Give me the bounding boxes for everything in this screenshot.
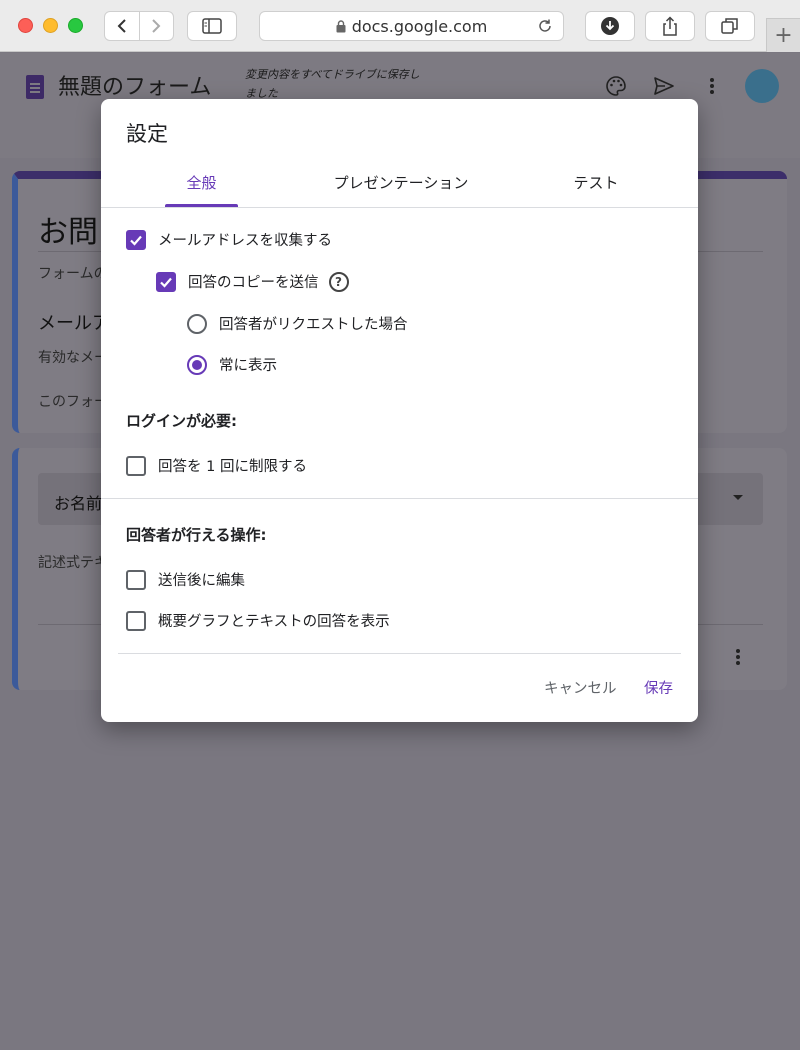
chevron-right-icon — [152, 19, 161, 33]
tab-presentation[interactable]: プレゼンテーション — [311, 159, 491, 207]
copy-always-radio[interactable] — [187, 354, 207, 375]
sidebar-icon — [202, 18, 222, 34]
collect-email-checkbox[interactable] — [126, 229, 146, 250]
chevron-left-icon — [117, 19, 126, 33]
address-bar[interactable]: docs.google.com — [259, 11, 564, 41]
chevron-down-icon — [733, 495, 743, 500]
copy-on-request-option[interactable]: 回答者がリクエストした場合 — [187, 313, 408, 334]
collect-email-label: メールアドレスを収集する — [158, 233, 332, 249]
copy-on-request-label: 回答者がリクエストした場合 — [219, 317, 408, 333]
back-button[interactable] — [105, 12, 139, 40]
show-summary-checkbox[interactable] — [126, 610, 146, 631]
tabs-overview-button[interactable] — [705, 11, 755, 41]
collect-email-option[interactable]: メールアドレスを収集する — [126, 229, 332, 250]
account-avatar[interactable] — [745, 69, 779, 103]
save-button[interactable]: 保存 — [644, 677, 673, 698]
edit-after-submit-label: 送信後に編集 — [158, 573, 245, 589]
limit-one-response-checkbox[interactable] — [126, 455, 146, 476]
zoom-window-button[interactable] — [68, 18, 83, 33]
history-nav — [104, 11, 174, 41]
question-title: お名前 — [54, 494, 103, 513]
send-icon[interactable] — [653, 75, 675, 97]
minimize-window-button[interactable] — [43, 18, 58, 33]
save-status: 変更内容をすべてドライブに保存しました — [245, 68, 420, 100]
answer-hint: 記述式テキ — [38, 555, 108, 571]
check-icon — [130, 235, 142, 246]
edit-after-submit-option[interactable]: 送信後に編集 — [126, 569, 245, 590]
lock-icon — [336, 19, 346, 32]
form-description: フォームの — [38, 266, 108, 282]
respondent-actions-heading: 回答者が行える操作: — [126, 526, 267, 544]
footer-divider — [118, 653, 681, 654]
send-copy-label: 回答のコピーを送信 — [188, 275, 319, 291]
reload-icon[interactable] — [537, 18, 553, 34]
settings-dialog: 設定 全般 プレゼンテーション テスト メールアドレスを収集する 回答のコピーを… — [101, 99, 698, 722]
show-summary-option[interactable]: 概要グラフとテキストの回答を表示 — [126, 610, 390, 631]
section-divider — [101, 498, 698, 499]
settings-tabs: 全般 プレゼンテーション テスト — [101, 159, 698, 208]
copy-on-request-radio[interactable] — [187, 313, 207, 334]
form-note: このフォー — [38, 394, 108, 410]
email-hint: 有効なメー — [38, 350, 108, 366]
forms-logo-icon — [26, 75, 44, 99]
browser-toolbar: docs.google.com + — [0, 0, 800, 52]
cancel-button[interactable]: キャンセル — [544, 677, 617, 698]
active-tab-indicator — [165, 204, 238, 207]
tab-quiz[interactable]: テスト — [541, 159, 651, 207]
email-question: メールア — [38, 313, 110, 334]
form-heading: お問 — [38, 215, 98, 250]
send-copy-checkbox[interactable] — [156, 271, 176, 292]
close-window-button[interactable] — [18, 18, 33, 33]
copy-always-option[interactable]: 常に表示 — [187, 354, 277, 375]
url-text: docs.google.com — [351, 16, 488, 36]
more-vert-icon[interactable] — [708, 75, 716, 97]
new-tab-button[interactable]: + — [766, 18, 800, 52]
palette-icon[interactable] — [605, 75, 627, 97]
edit-after-submit-checkbox[interactable] — [126, 569, 146, 590]
limit-one-response-option[interactable]: 回答を 1 回に制限する — [126, 455, 307, 476]
login-required-heading: ログインが必要: — [126, 412, 237, 430]
tabs-icon — [721, 18, 738, 34]
dialog-title: 設定 — [126, 122, 168, 146]
form-title[interactable]: 無題のフォーム — [58, 69, 211, 101]
sidebar-button[interactable] — [187, 11, 237, 41]
more-vert-icon — [736, 649, 740, 665]
forward-button[interactable] — [138, 12, 173, 40]
download-icon — [601, 17, 619, 35]
copy-always-label: 常に表示 — [219, 358, 277, 374]
share-icon — [663, 16, 677, 36]
help-icon[interactable]: ? — [328, 271, 349, 292]
share-button[interactable] — [645, 11, 695, 41]
check-icon — [160, 277, 172, 288]
send-copy-option[interactable]: 回答のコピーを送信 ? — [156, 271, 349, 292]
downloads-button[interactable] — [585, 11, 635, 41]
limit-one-response-label: 回答を 1 回に制限する — [158, 459, 307, 475]
show-summary-label: 概要グラフとテキストの回答を表示 — [158, 614, 390, 630]
tab-general[interactable]: 全般 — [165, 159, 238, 207]
